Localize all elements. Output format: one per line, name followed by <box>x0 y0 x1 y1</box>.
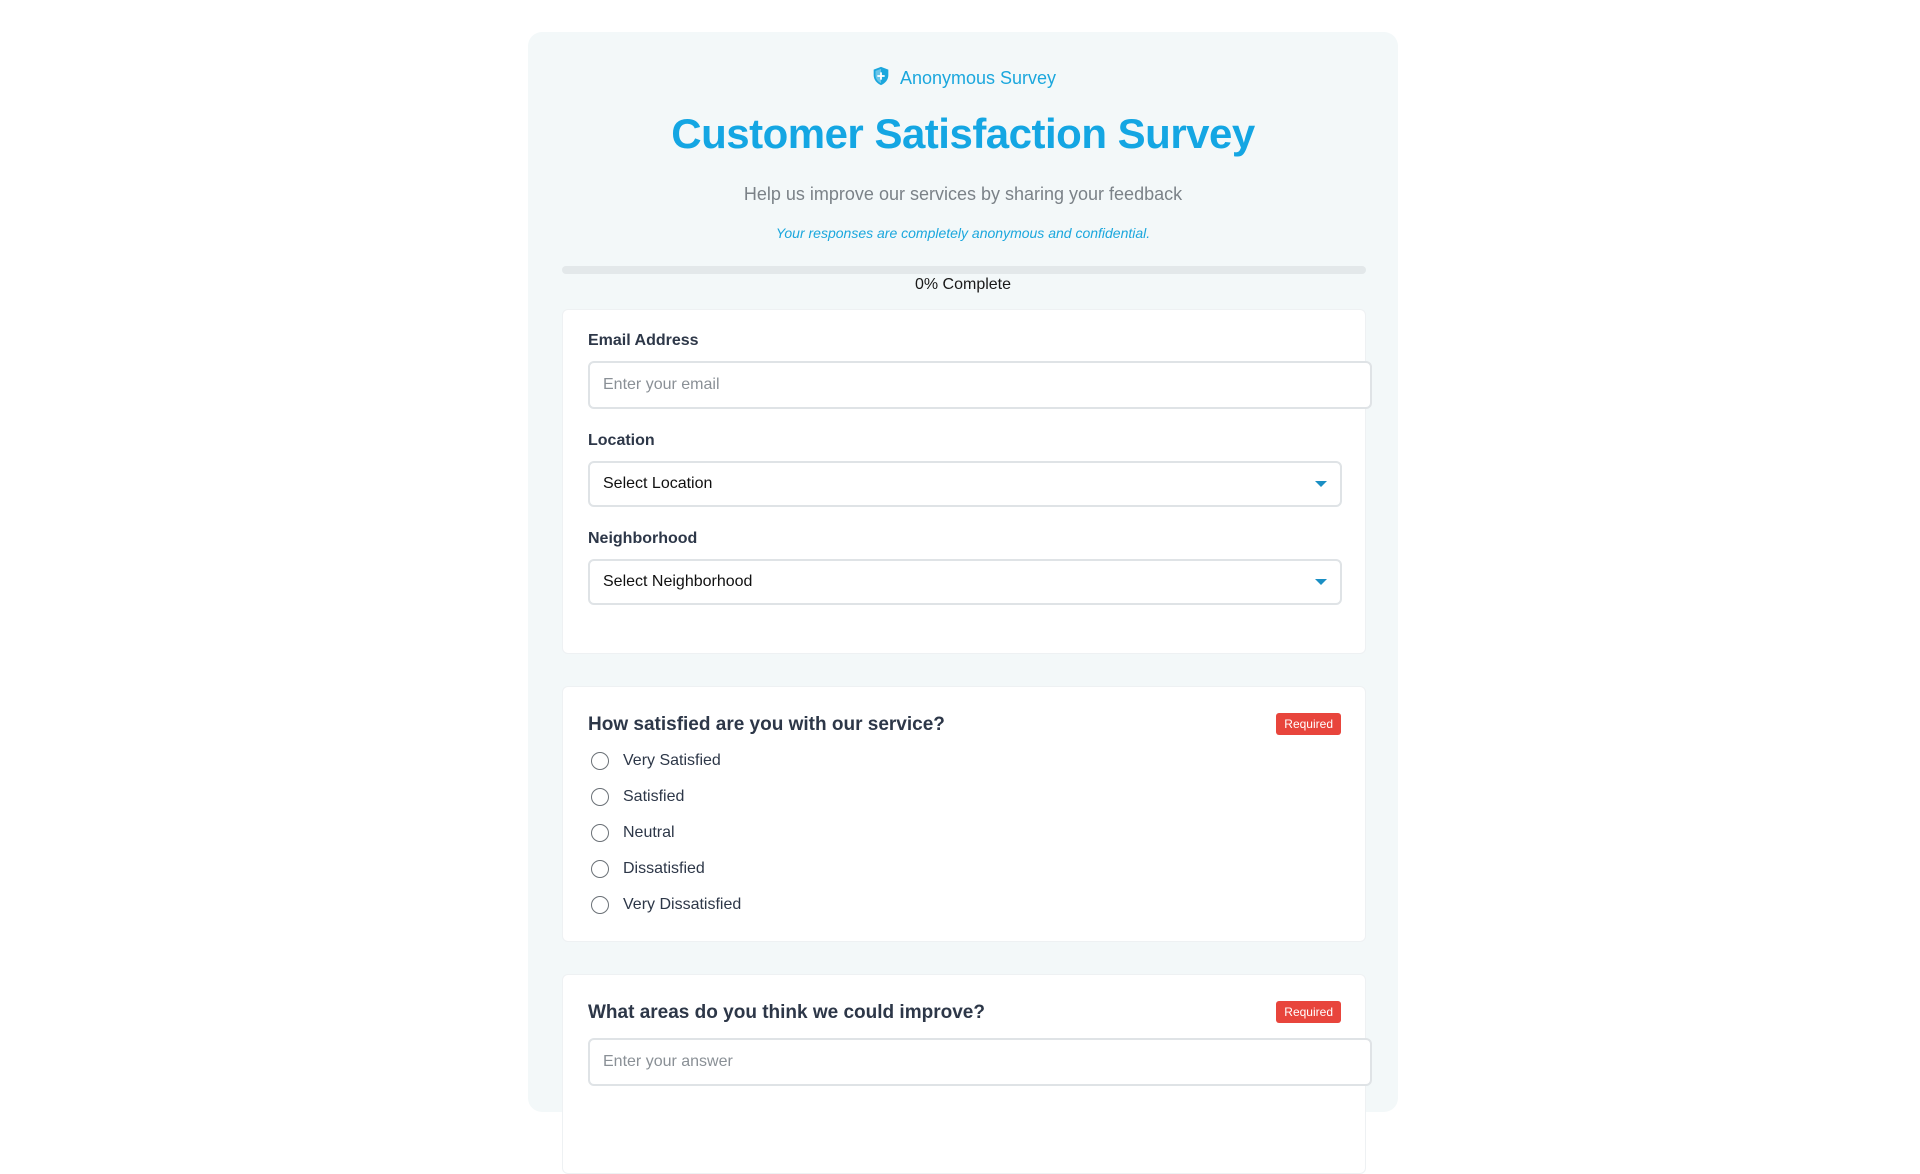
radio-button[interactable] <box>591 824 609 842</box>
radio-option-label: Satisfied <box>623 788 685 805</box>
caret-down-icon <box>1315 579 1327 585</box>
page-title: Customer Satisfaction Survey <box>671 110 1255 157</box>
survey-container: Anonymous Survey Customer Satisfaction S… <box>528 32 1398 1174</box>
improvement-answer-input[interactable] <box>588 1038 1372 1086</box>
caret-down-icon <box>1315 481 1327 487</box>
radio-option-label: Very Dissatisfied <box>623 896 742 913</box>
radio-option-label: Very Satisfied <box>623 752 721 769</box>
radio-button[interactable] <box>591 896 609 914</box>
improvement-question: What areas do you think we could improve… <box>588 1002 985 1023</box>
location-select[interactable]: Select Location <box>588 461 1342 507</box>
radio-button[interactable] <box>591 860 609 878</box>
neighborhood-select-value: Select Neighborhood <box>603 573 753 590</box>
neighborhood-select[interactable]: Select Neighborhood <box>588 559 1342 605</box>
satisfaction-question: How satisfied are you with our service? <box>588 714 945 735</box>
location-label: Location <box>588 432 655 449</box>
location-select-value: Select Location <box>603 475 713 492</box>
radio-option-satisfied[interactable]: Satisfied <box>591 788 684 806</box>
radio-option-dissatisfied[interactable]: Dissatisfied <box>591 860 705 878</box>
satisfaction-question-card: How satisfied are you with our service? … <box>562 686 1366 942</box>
radio-option-very-dissatisfied[interactable]: Very Dissatisfied <box>591 896 741 914</box>
radio-button[interactable] <box>591 752 609 770</box>
page-subtitle: Help us improve our services by sharing … <box>743 184 1183 204</box>
radio-option-label: Dissatisfied <box>623 860 705 877</box>
shield-icon <box>870 65 892 92</box>
improvement-question-card: What areas do you think we could improve… <box>562 974 1372 1174</box>
anonymous-badge-label: Anonymous Survey <box>899 68 1057 88</box>
progress-bar <box>562 266 1366 274</box>
radio-button[interactable] <box>591 788 609 806</box>
required-badge: Required <box>1276 1001 1341 1023</box>
email-field[interactable] <box>588 361 1372 409</box>
contact-info-card: Email Address Location Select Location N… <box>562 309 1372 654</box>
radio-option-label: Neutral <box>623 824 675 841</box>
email-label: Email Address <box>588 332 699 349</box>
required-badge: Required <box>1276 713 1341 735</box>
radio-option-neutral[interactable]: Neutral <box>591 824 675 842</box>
anonymity-note: Your responses are completely anonymous … <box>775 225 1151 241</box>
progress-label: 0% Complete <box>914 276 1012 293</box>
anonymous-badge: Anonymous Survey <box>528 65 1398 92</box>
radio-option-very-satisfied[interactable]: Very Satisfied <box>591 752 721 770</box>
neighborhood-label: Neighborhood <box>588 530 698 547</box>
